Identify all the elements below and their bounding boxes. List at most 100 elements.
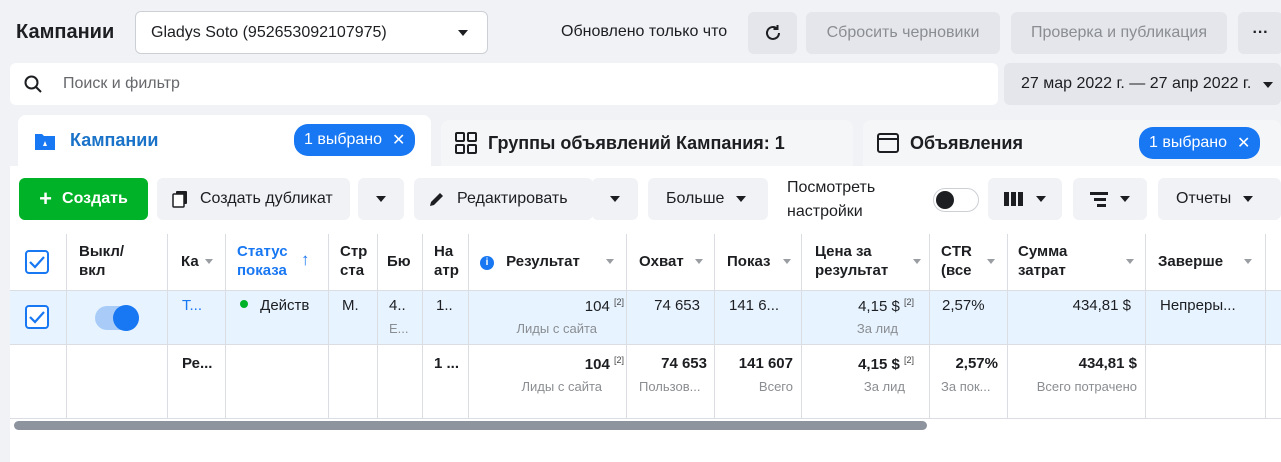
totals-label: Ре... — [182, 355, 213, 372]
date-range-picker[interactable]: 27 мар 2022 г. — 27 апр 2022 г. — [1004, 63, 1281, 105]
column-header-budget[interactable]: Бю — [387, 234, 420, 290]
column-divider — [1145, 234, 1146, 418]
result-type: Лиды с сайта — [516, 321, 597, 336]
search-input[interactable]: Поиск и фильтр — [63, 75, 180, 93]
sort-caret-icon — [606, 259, 614, 264]
cost-per-result-value: 4,15 $ [2] — [801, 297, 914, 315]
totals-ctr-type: За пок... — [941, 379, 991, 394]
row-divider — [10, 344, 1281, 345]
column-divider — [377, 234, 378, 418]
sort-caret-icon — [1244, 259, 1252, 264]
refresh-button[interactable] — [748, 12, 797, 54]
header-line: Результат — [506, 253, 580, 270]
totals-reach-type: Пользов... — [639, 379, 701, 394]
reset-drafts-button[interactable]: Сбросить черновики — [806, 12, 1000, 54]
status-dot-icon — [240, 300, 248, 308]
totals-amount-spent-type: Всего потрачено — [1036, 379, 1137, 394]
sort-caret-icon — [783, 259, 791, 264]
close-icon[interactable]: ✕ — [1237, 133, 1250, 153]
header-line: Выкл/ — [79, 243, 125, 260]
more-button[interactable]: Больше — [648, 178, 768, 220]
row-checkbox[interactable] — [25, 305, 49, 329]
account-selector[interactable]: Gladys Soto (952653092107975) — [135, 11, 488, 54]
columns-button[interactable] — [988, 178, 1062, 220]
column-divider — [468, 234, 469, 418]
totals-divider — [10, 418, 1281, 419]
review-publish-button[interactable]: Проверка и публикация — [1011, 12, 1227, 54]
duplicate-button[interactable]: Создать дубликат — [157, 178, 350, 220]
column-header-status[interactable]: Статус показа ↑ — [237, 234, 325, 290]
totals-result-type: Лиды с сайта — [521, 379, 602, 394]
horizontal-scrollbar[interactable] — [14, 421, 927, 430]
impressions-value: 141 6... — [729, 297, 780, 314]
chevron-down-icon — [376, 196, 386, 202]
view-settings-label: Посмотреть настройки — [787, 176, 875, 224]
column-divider — [929, 234, 930, 418]
ads-selected-badge[interactable]: 1 выбрано ✕ — [1139, 127, 1261, 159]
totals-cost-number[interactable]: 4,15 $ — [858, 356, 900, 373]
edit-label: Редактировать — [457, 190, 568, 207]
column-header-result[interactable]: i Результат — [480, 234, 624, 290]
grid-icon — [455, 132, 477, 154]
edit-dropdown-button[interactable] — [592, 178, 638, 220]
totals-amount-spent: 434,81 $ — [1078, 355, 1137, 372]
column-header-campaign[interactable]: Ка — [181, 234, 221, 290]
chevron-down-icon — [1120, 196, 1130, 202]
header-line: Цена за — [815, 243, 872, 260]
edit-button[interactable]: Редактировать — [414, 178, 593, 220]
result-number[interactable]: 104 — [584, 298, 610, 315]
view-settings-line: Посмотреть — [787, 179, 876, 196]
column-header-ctr[interactable]: CTR (все — [941, 234, 1003, 290]
sort-caret-icon — [987, 259, 995, 264]
sort-caret-icon — [1126, 259, 1134, 264]
column-header-reach[interactable]: Охват — [639, 234, 709, 290]
toolbar: + Создать Создать дубликат Редактировать… — [10, 166, 1281, 234]
campaign-toggle[interactable] — [95, 305, 139, 331]
sort-caret-icon — [695, 259, 703, 264]
tab-label: Объявления — [910, 132, 1023, 153]
more-options-button[interactable]: ··· — [1238, 12, 1281, 54]
chevron-down-icon — [1243, 196, 1254, 202]
badge-label: 1 выбрано — [1149, 134, 1228, 151]
sort-ascending-icon: ↑ — [301, 250, 310, 269]
reports-button[interactable]: Отчеты — [1158, 178, 1281, 220]
close-icon[interactable]: ✕ — [392, 130, 405, 150]
totals-impressions-type: Всего — [758, 379, 793, 394]
column-header-cost[interactable]: Цена за результат — [815, 234, 927, 290]
column-divider — [225, 234, 226, 418]
tab-adsets[interactable]: Группы объявлений Кампания: 1 — [441, 120, 853, 166]
create-button[interactable]: + Создать — [19, 178, 148, 220]
totals-impressions: 141 607 — [738, 355, 793, 372]
cost-per-result-type: За лид — [856, 321, 898, 336]
toggle-knob — [936, 191, 954, 209]
column-header-ends[interactable]: Заверше — [1158, 234, 1260, 290]
search-bar[interactable]: Поиск и фильтр — [10, 63, 998, 105]
chevron-down-icon — [736, 196, 747, 202]
view-settings-line: настройки — [787, 203, 863, 220]
column-header-amount-spent[interactable]: Сумма затрат — [1018, 234, 1142, 290]
duplicate-dropdown-button[interactable] — [358, 178, 404, 220]
select-all-checkbox[interactable] — [25, 250, 49, 274]
totals-result-number: 104 — [584, 356, 610, 373]
chevron-down-icon — [458, 30, 468, 36]
column-header-strategy[interactable]: Стр ста — [340, 234, 372, 290]
campaign-folder-icon — [35, 133, 55, 150]
campaign-name-link[interactable]: Т... — [182, 297, 222, 314]
create-label: Создать — [62, 190, 128, 207]
attribution-value: 1.. — [436, 297, 453, 314]
column-divider — [422, 234, 423, 418]
cost-number[interactable]: 4,15 $ — [858, 298, 900, 315]
account-name: Gladys Soto (952653092107975) — [151, 23, 387, 41]
ad-icon — [877, 133, 899, 153]
campaigns-selected-badge[interactable]: 1 выбрано ✕ — [294, 124, 416, 156]
column-header-toggle[interactable]: Выкл/ вкл — [79, 234, 159, 290]
check-icon — [29, 311, 45, 324]
chevron-down-icon — [1036, 196, 1046, 202]
sort-caret-icon — [205, 259, 213, 264]
column-header-attribution[interactable]: На атр — [434, 234, 466, 290]
view-settings-toggle[interactable] — [933, 188, 979, 212]
footnote-ref: [2] — [613, 297, 624, 307]
delivery-status: Действ — [240, 297, 325, 314]
breakdown-button[interactable] — [1073, 178, 1147, 220]
column-header-impressions[interactable]: Показ — [727, 234, 797, 290]
